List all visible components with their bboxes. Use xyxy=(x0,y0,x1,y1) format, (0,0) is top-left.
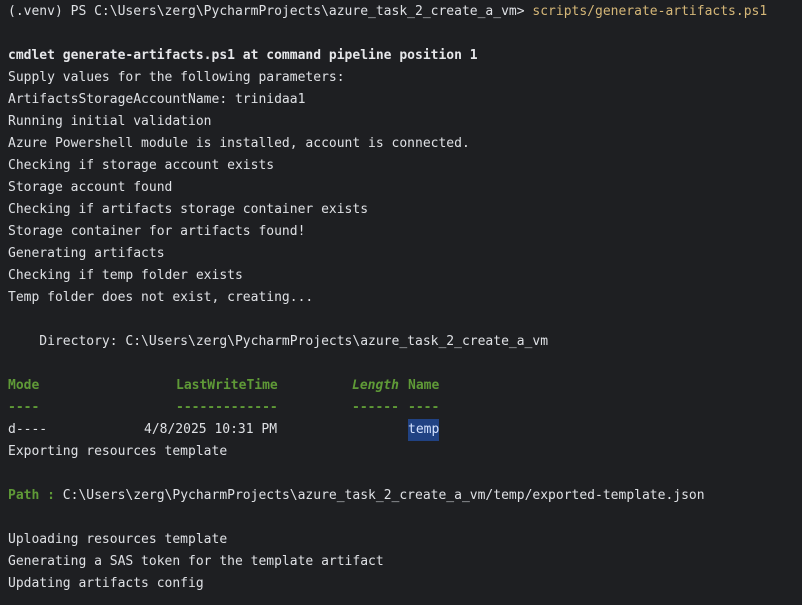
output-line: Updating artifacts config xyxy=(8,576,204,591)
output-line: Storage container for artifacts found! xyxy=(8,224,306,239)
header-mode: Mode xyxy=(8,378,40,393)
table-row: d---- 4/8/2025 10:31 PM temp xyxy=(8,419,794,441)
underline-lastwritetime: ------------- xyxy=(176,400,278,415)
header-lastwritetime: LastWriteTime xyxy=(176,378,278,393)
output-line: Storage account found xyxy=(8,180,173,195)
underline-mode: ---- xyxy=(8,400,40,415)
path-line: Path : C:\Users\zerg\PycharmProjects\azu… xyxy=(8,485,794,507)
output-line: Running initial validation xyxy=(8,114,212,129)
output-line: Checking if temp folder exists xyxy=(8,268,243,283)
cmdlet-line: cmdlet generate-artifacts.ps1 at command… xyxy=(8,48,478,63)
output-line: Uploading resources template xyxy=(8,532,228,547)
output-line: Azure Powershell module is installed, ac… xyxy=(8,136,470,151)
directory-line: Directory: C:\Users\zerg\PycharmProjects… xyxy=(8,334,549,349)
header-length: Length xyxy=(352,378,399,393)
table-header-row: Mode LastWriteTime Length Name xyxy=(8,375,794,397)
output-line: Generating artifacts xyxy=(8,246,165,261)
header-name: Name xyxy=(408,378,440,393)
terminal-output[interactable]: (.venv) PS C:\Users\zerg\PycharmProjects… xyxy=(0,0,802,605)
table-underline-row: ---- ------------- ------ ---- xyxy=(8,397,794,419)
exporting-line: Exporting resources template xyxy=(8,444,228,459)
underline-name: ---- xyxy=(408,400,440,415)
output-line: Generating a SAS token for the template … xyxy=(8,554,384,569)
row-lastwritetime: 4/8/2025 10:31 PM xyxy=(144,422,278,437)
underline-length: ------ xyxy=(352,400,399,415)
prompt-line: (.venv) PS C:\Users\zerg\PycharmProjects… xyxy=(8,1,794,23)
output-line: Checking if storage account exists xyxy=(8,158,275,173)
output-line: Checking if artifacts storage container … xyxy=(8,202,369,217)
prompt-prefix: (.venv) PS C:\Users\zerg\PycharmProjects… xyxy=(8,4,533,19)
row-name-selected[interactable]: temp xyxy=(408,419,440,441)
path-value: C:\Users\zerg\PycharmProjects\azure_task… xyxy=(62,488,705,503)
prompt-command: scripts/generate-artifacts.ps1 xyxy=(532,4,768,19)
param-line: ArtifactsStorageAccountName: trinidaa1 xyxy=(8,92,306,107)
row-mode: d---- xyxy=(8,422,48,437)
supply-line: Supply values for the following paramete… xyxy=(8,70,345,85)
output-line: Temp folder does not exist, creating... xyxy=(8,290,314,305)
